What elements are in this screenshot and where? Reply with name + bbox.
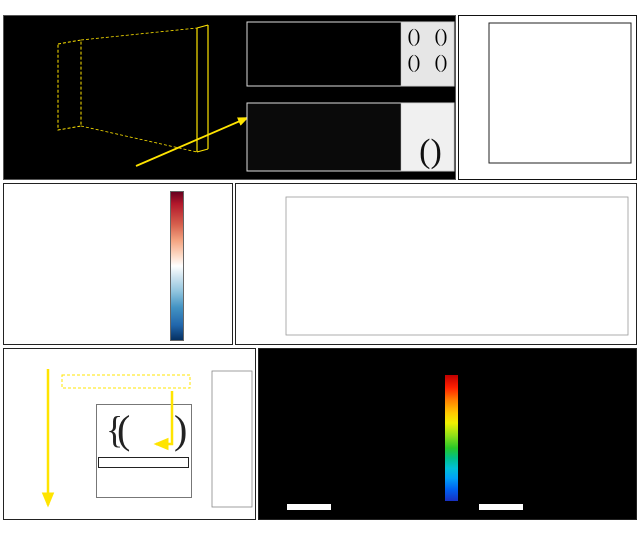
alpha-plot-frame [212,371,252,507]
axes-frame [489,23,631,163]
band-label [62,375,190,388]
scale-bar [479,504,523,510]
bracket-close: ) [441,27,447,46]
bracket-close: ) [414,53,420,72]
bracket-close: ) [414,27,420,46]
correlation-colorbar [170,191,184,341]
octa-matrix-all-vessels: () [404,124,457,180]
colorbar-label-container [152,191,168,339]
panel-b-pulsatility-traces [458,15,637,180]
panel-c-correlation-heatmap [3,183,233,345]
slow-scan-direction-label-container [4,363,17,513]
correlation-heatmap [27,191,161,339]
matrix-rows [125,410,175,454]
after-enface-image [471,365,631,515]
panel-d-average-correlation-bars [235,183,637,345]
colorbar-ticks [185,184,215,346]
figure-page: () () () () () [0,0,640,544]
matrix-fitting-box: { ( ) [96,404,192,498]
panel-e-band-fitting-diagram: { ( ) [3,348,256,520]
panel-f-before-after-compensation [258,348,637,520]
octa-matrix-1: () [401,23,427,49]
axes-frame [286,197,628,335]
bracket-close: ) [441,53,447,72]
octa-matrix-4: () [428,49,454,75]
before-enface-image [279,365,439,515]
matrix-paren-close: ) [174,405,187,455]
scale-bar [287,504,331,510]
window-box-lines [58,25,208,152]
panel-a-repeated-bscans: () () () () () [3,15,456,180]
fitting-formula [98,457,189,468]
panel-a-drawing [4,16,457,181]
octa-matrix-3: () [401,49,427,75]
time-axis-arrow [136,118,247,166]
alpha-colorbar [445,375,458,501]
octa-matrix-2: () [428,23,454,49]
panel-d-chart [236,184,636,344]
panel-b-chart [459,16,635,178]
bracket-close: ) [431,133,442,171]
bracket-open: ( [419,133,430,171]
